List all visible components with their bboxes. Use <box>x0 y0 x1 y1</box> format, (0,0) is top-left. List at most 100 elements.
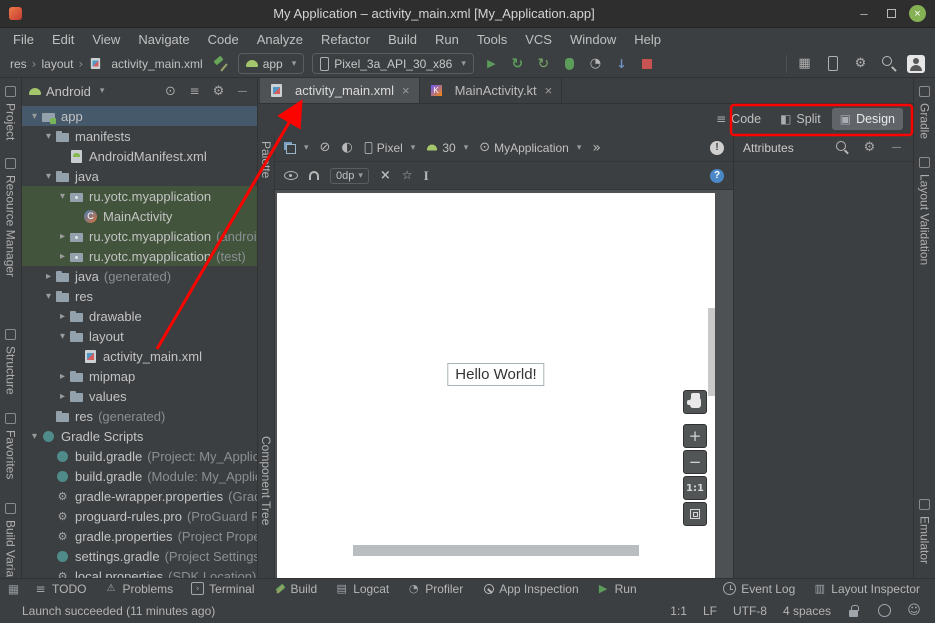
zoom-ratio-button[interactable]: 1:1 <box>683 476 707 500</box>
menu-refactor[interactable]: Refactor <box>312 30 379 49</box>
tool-windows-icon[interactable] <box>795 54 814 73</box>
tool-button-logcat[interactable]: Logcat <box>326 580 398 598</box>
hide-panel-icon[interactable] <box>889 140 904 155</box>
tree-item-layout[interactable]: layout <box>22 326 257 346</box>
chevron-open-icon[interactable] <box>28 431 41 442</box>
device-screen-canvas[interactable]: Hello World! <box>277 193 715 578</box>
default-margins-selector[interactable]: 0dp <box>330 168 369 184</box>
tool-button-layout-inspector[interactable]: Layout Inspector <box>804 580 929 598</box>
maximize-button[interactable] <box>882 5 900 23</box>
clear-constraints-icon[interactable] <box>380 168 391 183</box>
pan-button[interactable] <box>683 390 707 414</box>
tree-item-res[interactable]: res <box>22 286 257 306</box>
device-for-preview-selector[interactable]: Pixel <box>364 141 416 155</box>
breadcrumb-item-activity-main-xml[interactable]: activity_main.xml <box>111 57 202 71</box>
project-view-selector[interactable]: Android <box>29 84 104 99</box>
tool-stripe-emulator[interactable]: Emulator <box>918 499 932 564</box>
tree-item-androidmanifest-xml[interactable]: AndroidManifest.xml <box>22 146 257 166</box>
chevron-closed-icon[interactable] <box>56 391 69 402</box>
tree-item-ru-yotc-myapplication-test[interactable]: ru.yotc.myapplication(test) <box>22 246 257 266</box>
menu-window[interactable]: Window <box>561 30 625 49</box>
build-hammer-icon[interactable] <box>211 54 230 73</box>
hide-icon[interactable] <box>235 84 250 99</box>
tool-button-terminal[interactable]: Terminal <box>182 580 263 598</box>
zoom-out-button[interactable] <box>683 450 707 474</box>
chevron-open-icon[interactable] <box>42 291 55 302</box>
settings-icon[interactable] <box>211 84 226 99</box>
chevron-closed-icon[interactable] <box>56 371 69 382</box>
device-manager-icon[interactable] <box>823 54 842 73</box>
avatar-icon[interactable] <box>907 55 925 73</box>
tree-item-settings-gradle-project-settings[interactable]: settings.gradle(Project Settings) <box>22 546 257 566</box>
hello-world-textview[interactable]: Hello World! <box>447 363 544 386</box>
close-button[interactable]: × <box>909 5 926 22</box>
tree-item-app[interactable]: app <box>22 106 257 126</box>
profile-icon[interactable] <box>586 54 605 73</box>
search-icon[interactable] <box>879 54 898 73</box>
status-1-1[interactable]: 1:1 <box>670 604 687 618</box>
toolbar-overflow-icon[interactable] <box>592 140 601 156</box>
tree-item-proguard-rules-pro-proguard-rules-for-my-application[interactable]: proguard-rules.pro(ProGuard Rules for My… <box>22 506 257 526</box>
design-surface-selector[interactable] <box>284 142 309 154</box>
menu-view[interactable]: View <box>83 30 129 49</box>
zoom-to-fit-button[interactable] <box>683 502 707 526</box>
device-selector[interactable]: Pixel_3a_API_30_x86 <box>312 53 474 74</box>
palette-label[interactable]: Palette <box>259 141 273 178</box>
locate-icon[interactable] <box>163 84 178 99</box>
menu-file[interactable]: File <box>4 30 43 49</box>
menu-edit[interactable]: Edit <box>43 30 83 49</box>
view-options-icon[interactable] <box>284 171 298 180</box>
mode-button-design[interactable]: Design <box>832 108 903 130</box>
tree-item-gradle-wrapper-properties-gradle-version[interactable]: gradle-wrapper.properties(Gradle Version… <box>22 486 257 506</box>
chevron-closed-icon[interactable] <box>56 251 69 262</box>
tree-item-local-properties-sdk-location[interactable]: local.properties(SDK Location) <box>22 566 257 578</box>
tool-stripe-favorites[interactable]: Favorites <box>4 413 18 479</box>
tool-button-problems[interactable]: Problems <box>95 580 182 598</box>
chevron-closed-icon[interactable] <box>56 231 69 242</box>
notifications-icon[interactable] <box>877 604 891 618</box>
tree-item-manifests[interactable]: manifests <box>22 126 257 146</box>
editor-tab-mainactivity-kt[interactable]: MainActivity.kt× <box>420 78 563 103</box>
tree-item-build-gradle-project-my-application[interactable]: build.gradle(Project: My_Application) <box>22 446 257 466</box>
tree-item-res-generated[interactable]: res(generated) <box>22 406 257 426</box>
tab-close-icon[interactable]: × <box>545 83 553 98</box>
tree-item-mipmap[interactable]: mipmap <box>22 366 257 386</box>
menu-code[interactable]: Code <box>199 30 248 49</box>
menu-navigate[interactable]: Navigate <box>129 30 198 49</box>
api-version-selector[interactable]: 30 <box>426 141 468 155</box>
tool-stripe-gradle[interactable]: Gradle <box>918 86 932 139</box>
debug-icon[interactable] <box>560 54 579 73</box>
mode-button-split[interactable]: Split <box>772 108 829 130</box>
collapse-all-icon[interactable] <box>187 84 202 99</box>
tree-item-gradle-scripts[interactable]: Gradle Scripts <box>22 426 257 446</box>
tool-stripe-resource-manager[interactable]: Resource Manager <box>4 158 18 277</box>
menu-analyze[interactable]: Analyze <box>248 30 312 49</box>
tree-item-mainactivity[interactable]: MainActivity <box>22 206 257 226</box>
chevron-open-icon[interactable] <box>56 191 69 202</box>
stop-icon[interactable] <box>638 54 657 73</box>
tool-button-run[interactable]: Run <box>588 580 646 598</box>
run-icon[interactable] <box>482 54 501 73</box>
tree-item-values[interactable]: values <box>22 386 257 406</box>
chevron-closed-icon[interactable] <box>42 271 55 282</box>
theme-selector[interactable]: MyApplication <box>479 140 581 155</box>
tool-stripe-project[interactable]: Project <box>4 86 18 140</box>
sdk-manager-icon[interactable] <box>851 54 870 73</box>
menu-help[interactable]: Help <box>625 30 670 49</box>
menu-vcs[interactable]: VCS <box>516 30 561 49</box>
run-configuration-selector[interactable]: app <box>238 53 305 74</box>
tool-button-todo[interactable]: TODO <box>25 580 95 598</box>
component-tree-label[interactable]: Component Tree <box>259 436 273 525</box>
gear-icon[interactable] <box>862 140 877 155</box>
attach-debugger-icon[interactable] <box>612 54 631 73</box>
tree-item-drawable[interactable]: drawable <box>22 306 257 326</box>
tree-item-ru-yotc-myapplication-androidtest[interactable]: ru.yotc.myapplication(androidTest) <box>22 226 257 246</box>
tree-item-activity-main-xml[interactable]: activity_main.xml <box>22 346 257 366</box>
tool-button-app-inspection[interactable]: App Inspection <box>472 580 587 598</box>
tree-item-java-generated[interactable]: java(generated) <box>22 266 257 286</box>
tool-stripe-structure[interactable]: Structure <box>4 329 18 395</box>
help-icon[interactable] <box>710 169 724 183</box>
chevron-open-icon[interactable] <box>28 111 41 122</box>
tool-button-build[interactable]: Build <box>264 580 327 598</box>
chevron-open-icon[interactable] <box>42 171 55 182</box>
